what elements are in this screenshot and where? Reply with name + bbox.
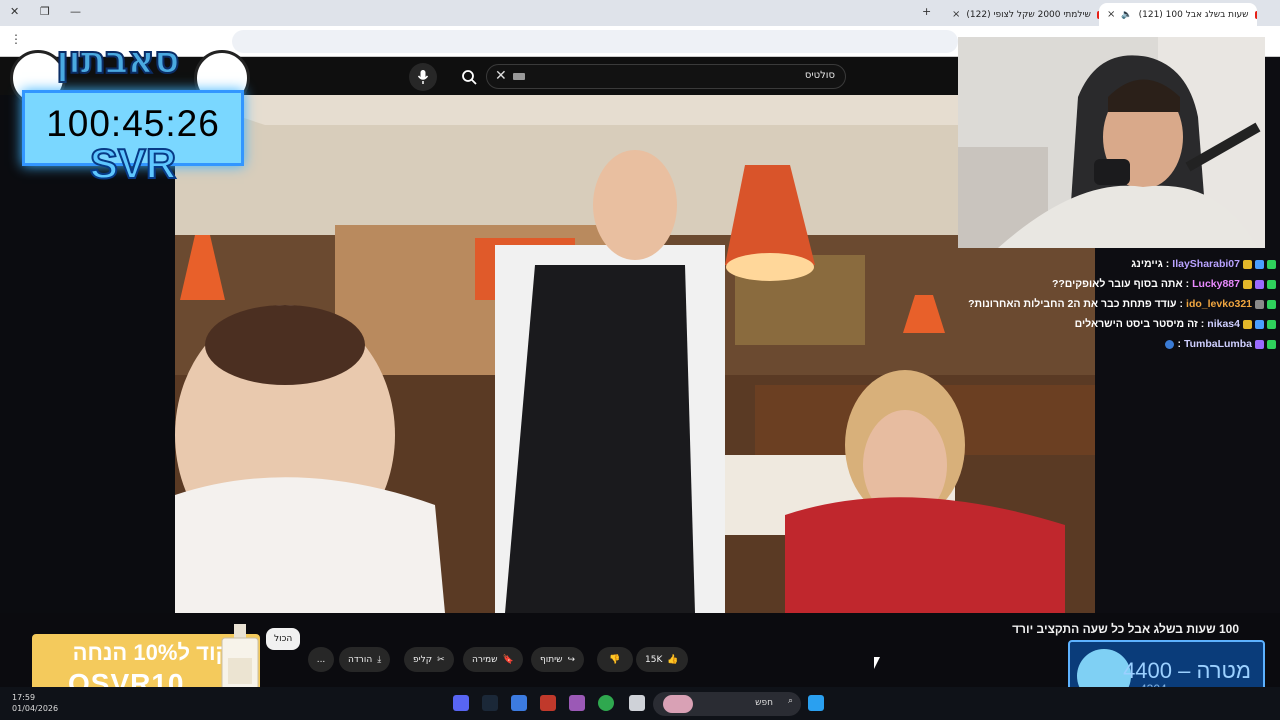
notepad-icon[interactable] xyxy=(511,695,527,711)
close-tab-icon[interactable]: × xyxy=(1107,9,1115,20)
chat-username: nikas4 xyxy=(1207,318,1240,330)
keyboard-icon[interactable] xyxy=(513,73,525,80)
badge-icon xyxy=(1243,319,1252,329)
chat-username: Lucky887 xyxy=(1192,278,1240,290)
voice-search-button[interactable] xyxy=(409,63,437,91)
app-icon[interactable] xyxy=(540,695,556,711)
badge-icon xyxy=(1255,299,1264,309)
download-button[interactable]: ⤓ הורדה xyxy=(339,647,391,672)
download-label: הורדה xyxy=(348,654,373,665)
chat-message-text: אתה בסוף עובר לאופקים?? xyxy=(1051,278,1183,290)
badge-icon xyxy=(1243,279,1252,289)
clock-time: 17:59 xyxy=(12,693,36,702)
windows-start-icon[interactable] xyxy=(808,695,824,711)
tab-inactive[interactable]: × (122) שילמתי 2000 שקל לצופי xyxy=(944,3,1099,26)
save-button[interactable]: 🔖 שמירה xyxy=(463,647,523,672)
chat-message: עודד פתחת כבר את ה2 החבילות האחרונות?: i… xyxy=(966,294,1276,314)
filter-chip-all[interactable]: הכול xyxy=(266,628,301,650)
badge-icon xyxy=(1255,339,1264,349)
badge-icon xyxy=(1267,339,1276,349)
promo-text: קוד ל10% הנחה xyxy=(72,640,230,665)
chat-username: TumbaLumba xyxy=(1183,338,1252,350)
mouse-cursor-icon xyxy=(874,657,880,669)
badge-icon xyxy=(1267,279,1276,289)
steam-icon[interactable] xyxy=(482,695,498,711)
thumbs-up-icon: 👍 xyxy=(667,654,679,665)
obs-icon[interactable] xyxy=(569,695,585,711)
video-frame-image xyxy=(175,95,1095,613)
badge-icon xyxy=(1267,319,1276,329)
bookmark-icon: 🔖 xyxy=(502,654,514,665)
clip-button[interactable]: ✂ קליפ xyxy=(404,647,454,672)
thumbs-down-icon: 👎 xyxy=(609,654,621,665)
system-clock: 17:59 01/04/2026 xyxy=(12,692,58,714)
tab-active[interactable]: × 🔈 (121) 100 שעות בשלג אבל xyxy=(1099,3,1257,26)
video-frame[interactable] xyxy=(175,95,1095,613)
share-label: שיתוף xyxy=(540,654,563,665)
taskbar: חפש ⌕ xyxy=(0,687,1280,720)
clear-search-icon[interactable]: ✕ xyxy=(495,68,507,84)
search-button[interactable] xyxy=(455,63,483,91)
subathon-timer: 100:45:26 SVR xyxy=(22,90,244,186)
clock-date: 01/04/2026 xyxy=(12,704,59,713)
youtube-search-input[interactable]: ✕ סולטיס xyxy=(486,64,846,89)
chrome-icon[interactable] xyxy=(598,695,614,711)
clip-label: קליפ xyxy=(413,654,433,665)
mute-tab-icon[interactable]: 🔈 xyxy=(1121,10,1132,20)
badge-icon xyxy=(1255,319,1264,329)
badge-icon xyxy=(1243,259,1252,269)
task-view-icon[interactable] xyxy=(629,695,645,711)
tab-label: (122) שילמתי 2000 שקל לצופי xyxy=(966,9,1091,20)
webcam-image xyxy=(958,37,1265,248)
chat-message: אתה בסוף עובר לאופקים??: Lucky887 xyxy=(966,274,1276,294)
search-highlight-icon xyxy=(663,695,693,713)
screen: ✕ ❐ — + × (122) שילמתי 2000 שקל לצופי × … xyxy=(0,0,1280,720)
search-icon: ⌕ xyxy=(787,696,793,706)
microphone-icon xyxy=(417,70,429,84)
badge-icon xyxy=(1255,279,1264,289)
like-count: 15K xyxy=(645,654,663,665)
share-icon: ↪ xyxy=(567,654,576,665)
stream-chat: גיימינג: IlaySharabi07 אתה בסוף עובר לאו… xyxy=(966,254,1276,364)
youtube-favicon-icon xyxy=(1254,10,1257,19)
chat-message: גיימינג: IlaySharabi07 xyxy=(966,254,1276,274)
chat-message-text: זה מיסטר ביסט הישראלים xyxy=(1074,318,1198,330)
taskbar-search-placeholder: חפש xyxy=(755,698,773,708)
discord-icon[interactable] xyxy=(453,695,469,711)
dislike-button[interactable]: 👎 xyxy=(597,647,633,672)
chat-username: IlaySharabi07 xyxy=(1172,258,1240,270)
save-label: שמירה xyxy=(472,654,498,665)
timer-value: 100:45:26 xyxy=(46,103,220,144)
scissors-icon: ✂ xyxy=(437,654,445,665)
chat-username: ido_levko321 xyxy=(1186,298,1252,310)
search-query: סולטיס xyxy=(804,70,835,81)
taskbar-search-input[interactable]: חפש ⌕ xyxy=(653,692,801,716)
timer-subtitle: SVR xyxy=(89,140,177,187)
share-button[interactable]: ↪ שיתוף xyxy=(531,647,585,672)
chat-message: זה מיסטר ביסט הישראלים: nikas4 xyxy=(966,314,1276,334)
download-icon: ⤓ xyxy=(377,654,382,665)
logo-title: סאבתון xyxy=(55,37,181,83)
close-tab-icon[interactable]: × xyxy=(952,9,960,20)
address-field[interactable] xyxy=(232,30,958,53)
chat-message: : TumbaLumba xyxy=(966,334,1276,354)
emote-icon xyxy=(1165,339,1175,349)
streamer-webcam xyxy=(958,37,1265,248)
chat-message-text: עודד פתחת כבר את ה2 החבילות האחרונות? xyxy=(968,298,1177,310)
goal-label: מטרה – 4400 xyxy=(1123,658,1251,683)
tab-label: (121) 100 שעות בשלג אבל xyxy=(1138,9,1249,20)
search-icon xyxy=(462,70,477,85)
badge-icon xyxy=(1267,259,1276,269)
video-title: 100 שעות בשלג אבל כל שעה התקציב יורד xyxy=(1012,622,1239,636)
like-button[interactable]: 👍 15K xyxy=(636,647,688,672)
new-tab-button[interactable]: + xyxy=(922,5,931,18)
chat-message-text: גיימינג xyxy=(1131,258,1163,270)
badge-icon xyxy=(1255,259,1264,269)
more-actions-button[interactable]: ... xyxy=(308,647,334,672)
badge-icon xyxy=(1267,299,1276,309)
